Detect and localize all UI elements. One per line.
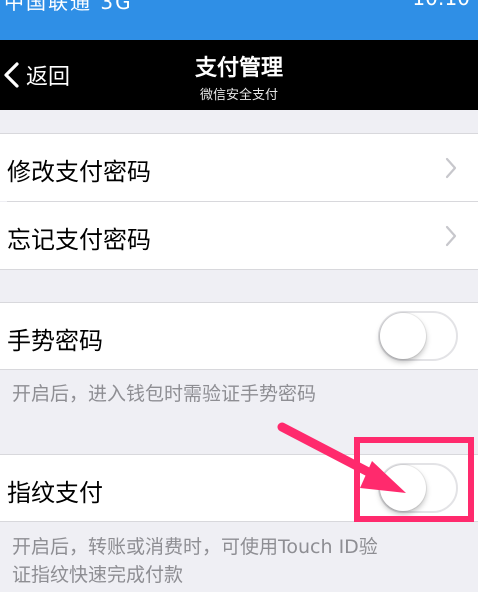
list-item-label: 指纹支付	[7, 479, 103, 507]
toggle-knob	[380, 313, 426, 359]
fingerprint-footnote-line-2: 证指纹快速完成付款	[12, 564, 184, 586]
fingerprint-footnote: 开启后，转账或消费时，可使用Touch ID验 证指纹快速完成付款	[12, 533, 472, 589]
gesture-footnote: 开启后，进入钱包时需验证手势密码	[12, 383, 317, 405]
highlight-box	[354, 437, 474, 522]
list-item-gesture-password: 手势密码	[0, 303, 478, 369]
clock-label: 10:10	[412, 0, 470, 10]
list-item-label: 忘记支付密码	[7, 226, 151, 254]
page-title: 支付管理	[194, 56, 283, 81]
divider	[0, 369, 478, 370]
list-item-label: 手势密码	[7, 327, 103, 355]
page-subtitle: 微信安全支付	[199, 88, 278, 103]
list-item-forgot-password[interactable]: 忘记支付密码	[0, 202, 478, 269]
navigation-bar: 返回 支付管理 微信安全支付	[0, 40, 478, 110]
divider	[0, 269, 478, 270]
fingerprint-footnote-line-1: 开启后，转账或消费时，可使用Touch ID验	[12, 536, 378, 558]
status-bar: 中国联通 3G 10:10	[0, 0, 478, 40]
chevron-right-icon	[445, 157, 457, 179]
chevron-right-icon	[445, 225, 457, 247]
list-item-label: 修改支付密码	[7, 158, 151, 186]
list-item-change-password[interactable]: 修改支付密码	[0, 134, 478, 201]
carrier-label: 中国联通 3G	[4, 0, 133, 14]
gesture-password-toggle[interactable]	[378, 311, 458, 361]
